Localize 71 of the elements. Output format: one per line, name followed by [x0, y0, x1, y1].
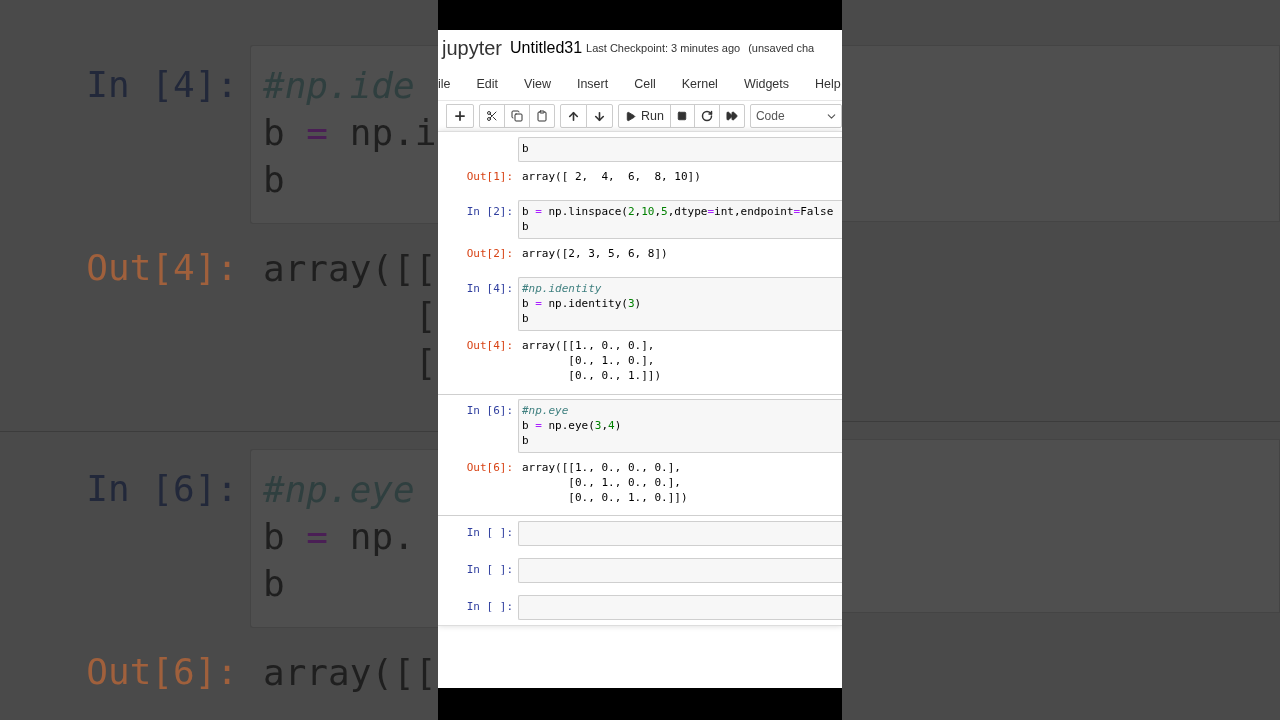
- input-prompt: In [ ]:: [466, 600, 513, 613]
- copy-icon: [511, 110, 523, 122]
- output-line: [: [413, 294, 438, 338]
- menu-item[interactable]: Kernel: [668, 77, 731, 91]
- arrow-down-icon: [593, 109, 606, 123]
- code-line: #np.identity: [522, 281, 603, 296]
- output-prompt: Out[6]:: [465, 460, 514, 475]
- save-status: (unsaved cha: [748, 42, 815, 54]
- run-all-button[interactable]: [718, 104, 745, 128]
- input-prompt: In [2]:: [466, 205, 513, 218]
- output-line: array([[1., 0., 0.],: [522, 338, 656, 353]
- notebook-title[interactable]: Untitled31: [510, 39, 583, 57]
- output-line: [0., 1., 0., 0.],: [567, 475, 682, 490]
- output-line: [0., 0., 1., 0.]]): [567, 490, 689, 505]
- code-line: b = np.eye(3,4): [522, 418, 623, 433]
- output-prompt: Out[4]:: [85, 246, 239, 290]
- menu-item[interactable]: Widgets: [730, 77, 803, 91]
- code-line: b: [522, 433, 530, 448]
- output-line: array([2, 3, 5, 6, 8]): [522, 246, 669, 261]
- plus-icon: [453, 109, 467, 123]
- run-button[interactable]: Run: [618, 104, 671, 128]
- restart-icon: [700, 110, 713, 122]
- output-prompt: Out[4]:: [465, 338, 514, 353]
- code-line: b: [522, 141, 530, 156]
- jupyter-logo[interactable]: jupyter: [442, 36, 503, 60]
- code-input[interactable]: [518, 558, 842, 583]
- code-input[interactable]: b = np.linspace(2,10,5,dtype=int,endpoint=False b: [518, 200, 842, 239]
- output-line: [0., 1., 0.],: [567, 353, 656, 368]
- insert-cell-button[interactable]: [446, 104, 474, 128]
- fast-forward-icon: [725, 110, 738, 122]
- code-input[interactable]: #np.eye b = np.eye(3,4) b: [518, 399, 842, 453]
- input-prompt: In [6]:: [466, 404, 513, 417]
- menu-item[interactable]: Edit: [463, 77, 512, 91]
- clipboard-icon: [536, 110, 548, 122]
- input-prompt: In [4]:: [466, 282, 513, 295]
- code-input[interactable]: #np.identity b = np.identity(3) b: [518, 277, 842, 331]
- input-prompt: In [ ]:: [466, 526, 513, 539]
- stop-button[interactable]: [669, 104, 695, 128]
- menu-item[interactable]: ile: [438, 77, 464, 91]
- paste-button[interactable]: [529, 104, 555, 128]
- code-input[interactable]: [518, 521, 842, 546]
- restart-button[interactable]: [693, 104, 720, 128]
- move-down-button[interactable]: [586, 104, 613, 128]
- menu-item[interactable]: Cell: [621, 77, 669, 91]
- code-input[interactable]: b: [518, 137, 842, 162]
- output-line: [0., 0., 1.]]): [567, 368, 663, 383]
- code-line: b = np.identity(3): [522, 296, 643, 311]
- output-prompt: Out[2]:: [465, 246, 514, 261]
- menu-item[interactable]: Help: [802, 77, 842, 91]
- code-line: #np.eye: [522, 403, 570, 418]
- code-input[interactable]: [518, 595, 842, 620]
- cut-button[interactable]: [479, 104, 505, 128]
- output-line: array([[1., 0., 0., 0.],: [522, 460, 682, 475]
- scissors-icon: [486, 110, 498, 122]
- code-line: b = np.linspace(2,10,5,dtype=int,endpoint=False: [522, 204, 835, 219]
- code-line: b: [522, 219, 530, 234]
- menu-item[interactable]: View: [511, 77, 564, 91]
- move-up-button[interactable]: [560, 104, 587, 128]
- output-line: [: [413, 341, 438, 385]
- play-icon: [625, 110, 636, 122]
- input-prompt: In [ ]:: [466, 563, 513, 576]
- arrow-up-icon: [567, 109, 580, 123]
- output-line: array([ 2, 4, 6, 8, 10]): [522, 169, 702, 184]
- selected-cell[interactable]: In [6]: #np.eye b = np.eye(3,4) b Out[6]: array([[1., 0., 0., 0.], [0., 1., 0., 0.], [0., 0., 1., 0.]]): [438, 394, 842, 516]
- menu-item[interactable]: Insert: [563, 77, 622, 91]
- output-prompt: Out[1]:: [465, 169, 514, 184]
- code-line: b: [522, 311, 530, 326]
- cell-type-select[interactable]: Code: [749, 104, 842, 128]
- output-prompt: Out[6]:: [85, 650, 239, 694]
- stop-icon: [677, 111, 688, 121]
- checkpoint-text: Last Checkpoint: 3 minutes ago: [586, 42, 741, 54]
